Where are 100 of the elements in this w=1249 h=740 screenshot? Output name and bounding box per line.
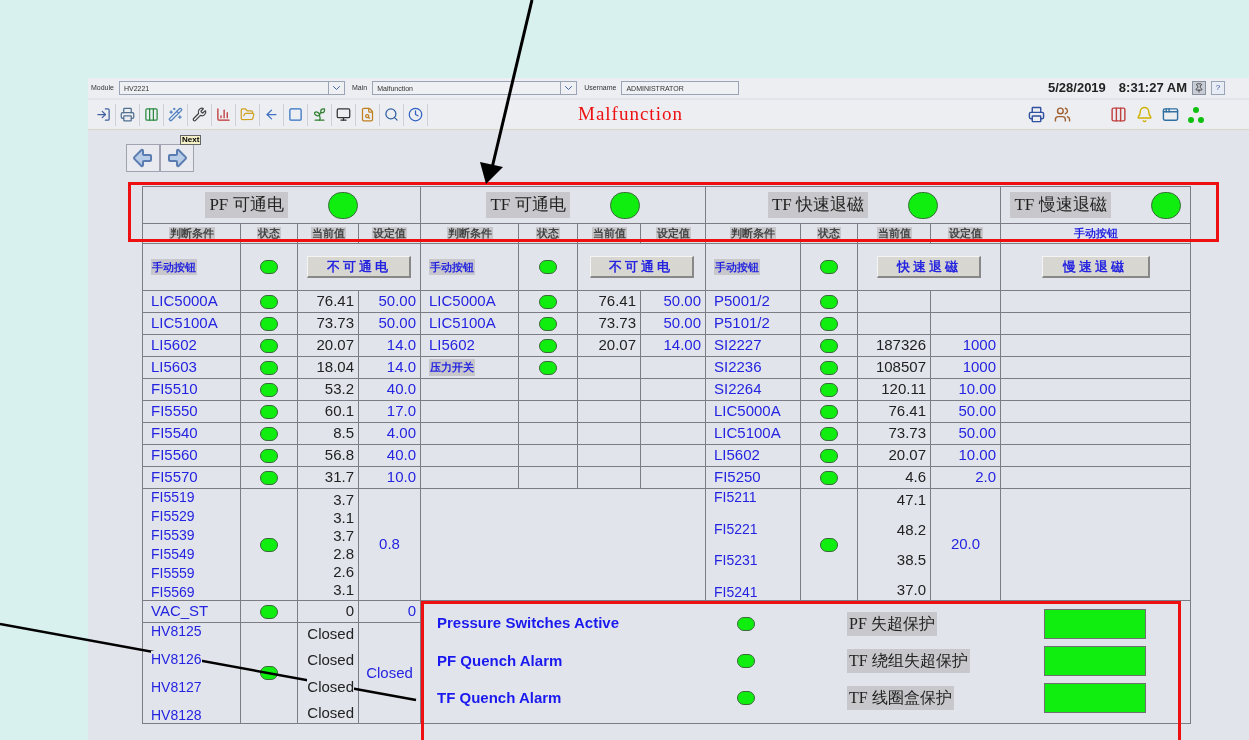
protection-label: PF 失超保护 [847, 611, 937, 636]
tag-label[interactable]: FI5250 [714, 466, 761, 489]
setpoint-text: 50.00 [958, 423, 996, 444]
tag-label[interactable]: FI5211 [714, 489, 757, 505]
tag-label[interactable]: FI5539 [151, 527, 195, 543]
wand-icon [168, 107, 183, 122]
empty-cell [519, 423, 578, 445]
setpoint-text: Closed [366, 662, 413, 683]
setpoint-text: 2.0 [975, 467, 996, 488]
value-text: 76.41 [316, 291, 354, 312]
wrench-icon [192, 107, 207, 122]
time-text: 8:31:27 AM [1118, 79, 1187, 98]
help-button[interactable]: ? [1211, 81, 1225, 95]
value-text: 120.11 [881, 379, 926, 400]
action-button[interactable]: 不可通电 [307, 256, 411, 278]
protection-label: TF 绕组失超保护 [847, 649, 970, 673]
tag-label[interactable]: LIC5000A [429, 290, 496, 313]
empty-cell [578, 423, 641, 445]
pin-button[interactable] [1192, 81, 1206, 95]
setpoint-text: 1000 [962, 335, 996, 356]
document-icon [360, 107, 375, 122]
action-button[interactable]: 不可通电 [589, 256, 694, 278]
window-icon [1161, 106, 1179, 123]
tag-label[interactable]: SI2227 [714, 334, 762, 357]
bar-chart-icon [216, 107, 231, 122]
manual-label: 手动按钮 [151, 258, 197, 276]
tag-label[interactable]: FI5519 [151, 489, 195, 505]
value-text: 20.07 [316, 335, 354, 356]
tag-label[interactable]: HV8125 [151, 623, 202, 639]
back-button[interactable] [126, 144, 160, 172]
tooltip: Next [180, 135, 202, 145]
setpoint-text: 14.0 [386, 357, 416, 378]
tag-label[interactable]: FI5570 [151, 466, 198, 489]
setpoint-text: 1000 [962, 357, 996, 378]
clock-icon [408, 107, 423, 122]
tag-label[interactable]: LI5602 [429, 334, 475, 357]
tag-label[interactable]: FI5569 [151, 584, 195, 600]
setpoint-text: 0.8 [379, 534, 400, 555]
value-text: 73.73 [316, 313, 354, 334]
setpoint-text: 50.00 [378, 291, 416, 312]
section-title: TF 快速退磁 [767, 192, 869, 218]
tag-label[interactable]: LIC5000A [714, 400, 781, 423]
tag-label[interactable]: HV8126 [151, 651, 202, 667]
value-text: Closed [307, 677, 354, 695]
value-text: 76.41 [598, 291, 636, 312]
tag-label[interactable]: LIC5000A [151, 290, 218, 313]
value-text: 4.6 [905, 467, 926, 488]
empty-cell [578, 401, 641, 423]
column-header: 手动按钮 [1072, 227, 1119, 240]
tag-label[interactable]: FI5550 [151, 400, 198, 423]
empty-cell [519, 401, 578, 423]
manual-label: 手动按钮 [714, 258, 760, 276]
tag-label[interactable]: LI5602 [714, 444, 760, 467]
columns-icon [1109, 106, 1127, 123]
tag-label[interactable]: FI5529 [151, 508, 195, 524]
tag-label[interactable]: HV8127 [151, 679, 202, 695]
bell-icon [1135, 106, 1153, 123]
tag-label[interactable]: SI2236 [714, 356, 762, 379]
tag-label[interactable]: LI5603 [151, 356, 197, 379]
tag-label[interactable]: LIC5100A [151, 312, 218, 335]
search-icon [384, 107, 399, 122]
folder-icon [240, 107, 255, 122]
tag-label[interactable]: FI5559 [151, 565, 195, 581]
tag-label[interactable]: P5001/2 [714, 290, 770, 313]
tag-label[interactable]: LI5602 [151, 334, 197, 357]
alarm-label: Pressure Switches Active [437, 613, 621, 634]
login-icon [96, 107, 111, 122]
value-text: 20.07 [888, 445, 926, 466]
protection-label: TF 线圈盒保护 [847, 686, 954, 711]
plant-icon [312, 107, 327, 122]
tag-label[interactable]: LIC5100A [429, 312, 496, 335]
manual-label: 手动按钮 [429, 258, 475, 276]
empty-cell [578, 467, 641, 489]
setpoint-text: 20.0 [950, 534, 981, 555]
value-text: 0 [345, 601, 354, 622]
value-text: 20.07 [598, 335, 636, 356]
value-text: 73.73 [598, 313, 636, 334]
tag-label[interactable]: FI5549 [151, 546, 195, 562]
date-text: 5/28/2019 [1048, 79, 1106, 98]
action-button[interactable]: 快速退磁 [877, 256, 981, 278]
setpoint-text: 10.00 [958, 445, 996, 466]
value-text: 187326 [875, 335, 926, 356]
tag-label[interactable]: FI5510 [151, 378, 198, 401]
setpoint-text: 50.00 [663, 291, 701, 312]
section-title: TF 可通电 [486, 192, 570, 218]
switch-label: 压力开关 [429, 359, 475, 376]
tag-label[interactable]: FI5540 [151, 422, 198, 445]
tag-label[interactable]: SI2264 [714, 378, 762, 401]
tag-label[interactable]: FI5560 [151, 444, 198, 467]
empty-cell [578, 445, 641, 467]
next-button[interactable] [160, 144, 194, 172]
value-text: Closed [307, 704, 354, 721]
setpoint-text: 40.0 [386, 445, 416, 466]
action-button[interactable]: 慢速退磁 [1041, 256, 1150, 278]
tag-label[interactable]: LIC5100A [714, 422, 781, 445]
columns-icon [144, 107, 159, 122]
value-text: 108507 [875, 357, 926, 378]
tag-label[interactable]: P5101/2 [714, 312, 770, 335]
tag-label[interactable]: HV8128 [151, 707, 202, 723]
tag-label[interactable]: VAC_ST [151, 600, 209, 623]
